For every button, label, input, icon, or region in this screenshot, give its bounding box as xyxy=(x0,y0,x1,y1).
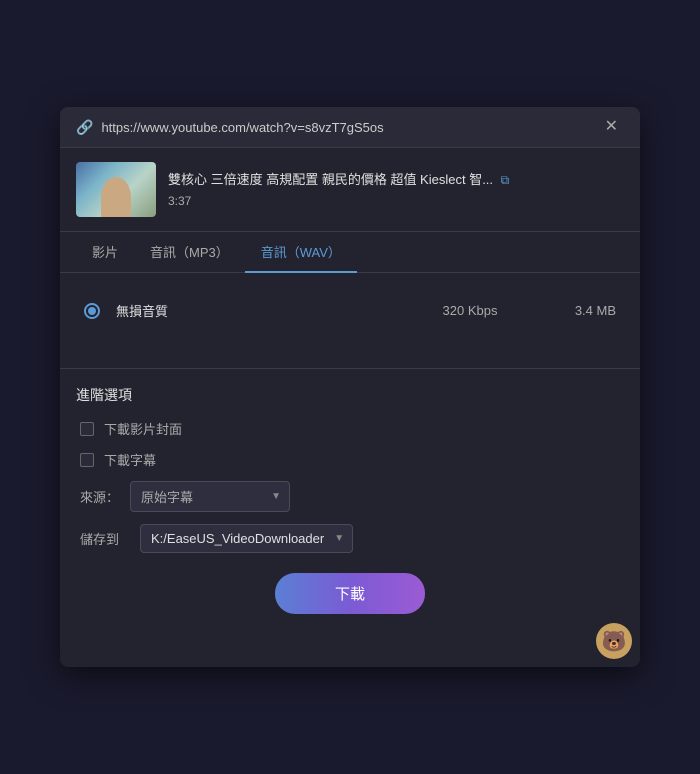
download-button-area: 下載 xyxy=(60,553,640,638)
quality-label: 無損音質 xyxy=(116,301,404,320)
format-tabs: 影片 音訊（MP3） 音訊（WAV） xyxy=(60,232,640,273)
dialog-header: 🔗 https://www.youtube.com/watch?v=s8vzT7… xyxy=(60,107,640,148)
download-subtitle-checkbox[interactable] xyxy=(80,453,94,467)
quality-list: 無損音質 320 Kbps 3.4 MB xyxy=(60,273,640,348)
source-label: 來源： xyxy=(80,487,120,506)
save-path-row: 儲存到 K:/EaseUS_VideoDownloader ▼ xyxy=(76,524,624,553)
advanced-section: 進階選項 下載影片封面 下載字幕 來源： 原始字幕 ▼ 儲存到 K:/EaseU… xyxy=(60,368,640,553)
save-path-value: K:/EaseUS_VideoDownloader xyxy=(151,531,324,546)
download-button[interactable]: 下載 xyxy=(275,573,425,614)
external-link-icon[interactable]: ⧉ xyxy=(501,173,510,187)
source-dropdown[interactable]: 原始字幕 ▼ xyxy=(130,481,290,512)
mascot-icon: 🐻 xyxy=(596,623,632,659)
video-duration: 3:37 xyxy=(168,194,624,208)
download-cover-label: 下載影片封面 xyxy=(104,419,182,438)
download-subtitle-row: 下載字幕 xyxy=(76,450,624,469)
download-dialog: 🔗 https://www.youtube.com/watch?v=s8vzT7… xyxy=(60,107,640,667)
video-title: 雙核心 三倍速度 高規配置 親民的價格 超值 Kieslect 智... ⧉ xyxy=(168,171,624,189)
video-meta: 雙核心 三倍速度 高規配置 親民的價格 超值 Kieslect 智... ⧉ 3… xyxy=(168,171,624,207)
video-thumbnail xyxy=(76,162,156,217)
link-icon: 🔗 xyxy=(76,119,93,136)
url-display: https://www.youtube.com/watch?v=s8vzT7gS… xyxy=(101,120,590,135)
download-subtitle-label: 下載字幕 xyxy=(104,450,156,469)
advanced-title: 進階選項 xyxy=(76,385,624,405)
save-path-dropdown[interactable]: K:/EaseUS_VideoDownloader ▼ xyxy=(140,524,353,553)
dropdown-arrow-icon: ▼ xyxy=(271,491,281,502)
save-dropdown-arrow-icon: ▼ xyxy=(334,533,344,544)
download-cover-checkbox[interactable] xyxy=(80,422,94,436)
save-label: 儲存到 xyxy=(80,529,130,548)
download-cover-row: 下載影片封面 xyxy=(76,419,624,438)
quality-radio[interactable] xyxy=(84,303,100,319)
video-info-section: 雙核心 三倍速度 高規配置 親民的價格 超值 Kieslect 智... ⧉ 3… xyxy=(60,148,640,232)
tab-video[interactable]: 影片 xyxy=(76,232,134,273)
source-value: 原始字幕 xyxy=(141,487,261,506)
quality-size: 3.4 MB xyxy=(536,303,616,318)
close-button[interactable]: ✕ xyxy=(599,117,624,137)
tab-wav[interactable]: 音訊（WAV） xyxy=(245,232,357,273)
tab-mp3[interactable]: 音訊（MP3） xyxy=(134,232,245,273)
quality-bitrate: 320 Kbps xyxy=(420,303,520,318)
quality-row[interactable]: 無損音質 320 Kbps 3.4 MB xyxy=(76,289,624,332)
source-row: 來源： 原始字幕 ▼ xyxy=(76,481,624,512)
